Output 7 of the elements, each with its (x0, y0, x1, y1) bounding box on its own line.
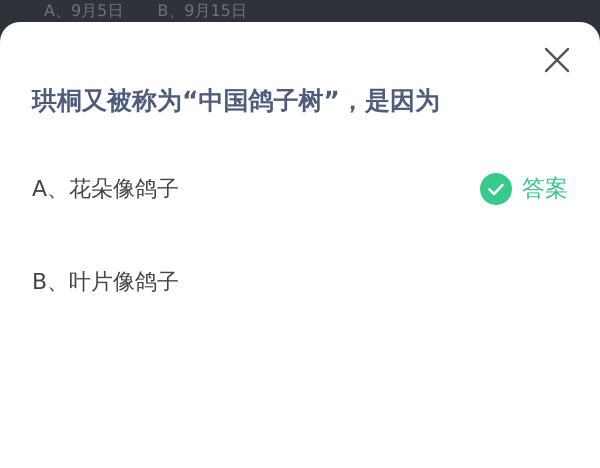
close-icon[interactable] (544, 47, 570, 73)
answer-option[interactable]: A、花朵像鸽子 (32, 174, 480, 204)
answer-option[interactable]: B、叶片像鸽子 (32, 266, 568, 296)
option-text: A、9月5日 (44, 1, 124, 21)
option-text: B、9月15日 (157, 1, 247, 21)
question-title: 珙桐又被称为“中国鸽子树”，是因为 (32, 85, 441, 117)
answer-label: 答案 (522, 175, 568, 204)
